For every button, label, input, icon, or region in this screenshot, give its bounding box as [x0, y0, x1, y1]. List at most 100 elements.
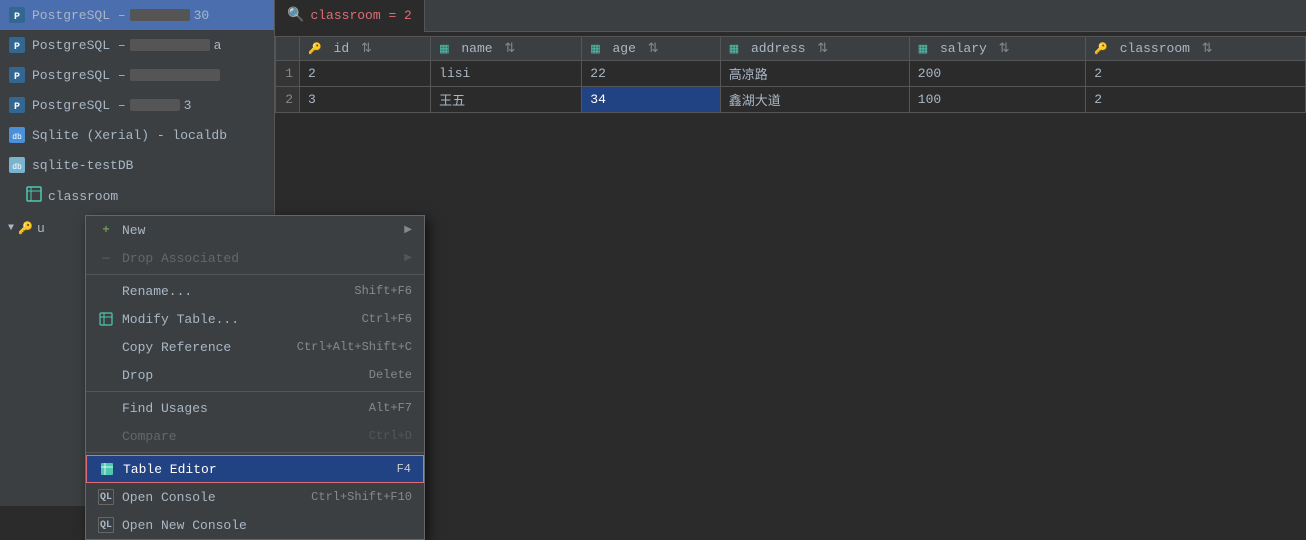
sidebar-item-pg3[interactable]: P PostgreSQL – — [0, 60, 274, 90]
data-table-container: 🔑 id ⇅ ▦ name ⇅ ▦ age ⇅ ▦ — [275, 32, 1306, 113]
ctx-drop[interactable]: Drop Delete — [86, 361, 424, 389]
ctx-open-console[interactable]: QL Open Console Ctrl+Shift+F10 — [86, 483, 424, 511]
sidebar-item-sqlite1[interactable]: db Sqlite (Xerial) - localdb — [0, 120, 274, 150]
pg3-label: PostgreSQL – — [32, 68, 224, 83]
separator-3 — [86, 452, 424, 453]
svg-text:P: P — [14, 42, 20, 53]
sidebar-item-pg1[interactable]: P PostgreSQL –30 — [0, 0, 274, 30]
cell-age-1[interactable]: 22 — [582, 61, 720, 87]
drop-assoc-icon: — — [98, 250, 114, 266]
ctx-find-usages-label: Find Usages — [122, 401, 208, 416]
drop-shortcut: Delete — [369, 368, 412, 382]
col-header-name[interactable]: ▦ name ⇅ — [431, 37, 582, 61]
pg-icon-4: P — [8, 96, 26, 114]
row-num-2: 2 — [276, 87, 300, 113]
classroom-label: classroom — [48, 189, 118, 204]
sort-icon-name: ⇅ — [504, 41, 515, 56]
table-col-icon-salary: ▦ — [918, 44, 928, 56]
cell-id-1[interactable]: 2 — [300, 61, 431, 87]
pg-icon-2: P — [8, 36, 26, 54]
ctx-find-usages[interactable]: Find Usages Alt+F7 — [86, 394, 424, 422]
cell-address-2[interactable]: 鑫湖大道 — [720, 87, 909, 113]
new-icon: + — [98, 222, 114, 238]
open-new-console-icon: QL — [98, 517, 114, 533]
drop-icon — [98, 367, 114, 383]
svg-text:db: db — [12, 163, 22, 172]
sidebar-item-pg4[interactable]: P PostgreSQL –3 — [0, 90, 274, 120]
find-usages-icon — [98, 400, 114, 416]
svg-text:P: P — [14, 72, 20, 83]
main-content: 🔍 classroom = 2 🔑 id ⇅ ▦ name ⇅ — [275, 0, 1306, 506]
row-num-1: 1 — [276, 61, 300, 87]
col-header-empty — [276, 37, 300, 61]
ctx-modify-label: Modify Table... — [122, 312, 239, 327]
magnifier-icon: 🔍 — [287, 7, 304, 24]
find-usages-shortcut: Alt+F7 — [369, 401, 412, 415]
cell-name-1[interactable]: lisi — [431, 61, 582, 87]
key-col-icon-classroom: 🔑 — [1094, 44, 1108, 56]
table-editor-shortcut: F4 — [397, 462, 411, 476]
separator-1 — [86, 274, 424, 275]
table-icon-classroom — [26, 186, 42, 206]
sort-icon-classroom: ⇅ — [1202, 41, 1213, 56]
separator-2 — [86, 391, 424, 392]
cell-classroom-2[interactable]: 2 — [1086, 87, 1306, 113]
sidebar-classroom[interactable]: classroom — [0, 180, 274, 212]
query-tab[interactable]: 🔍 classroom = 2 — [275, 0, 425, 32]
ctx-open-new-console-label: Open New Console — [122, 518, 247, 533]
col-header-classroom[interactable]: 🔑 classroom ⇅ — [1086, 37, 1306, 61]
key-col-icon: 🔑 — [308, 44, 322, 56]
ctx-new-label: New — [122, 223, 145, 238]
ctx-copy-reference[interactable]: Copy Reference Ctrl+Alt+Shift+C — [86, 333, 424, 361]
cell-address-1[interactable]: 高凉路 — [720, 61, 909, 87]
col-header-age[interactable]: ▦ age ⇅ — [582, 37, 720, 61]
cell-id-2[interactable]: 3 — [300, 87, 431, 113]
ctx-copy-ref-label: Copy Reference — [122, 340, 231, 355]
rename-shortcut: Shift+F6 — [354, 284, 412, 298]
cell-name-2[interactable]: 王五 — [431, 87, 582, 113]
sqlite1-label: Sqlite (Xerial) - localdb — [32, 128, 227, 143]
table-col-icon-address: ▦ — [729, 44, 739, 56]
tab-label: classroom = 2 — [310, 8, 411, 23]
table-row[interactable]: 1 2 lisi 22 高凉路 200 2 — [276, 61, 1306, 87]
tab-bar: 🔍 classroom = 2 — [275, 0, 1306, 32]
col-header-salary[interactable]: ▦ salary ⇅ — [909, 37, 1085, 61]
cell-classroom-1[interactable]: 2 — [1086, 61, 1306, 87]
modify-shortcut: Ctrl+F6 — [362, 312, 412, 326]
ctx-table-editor[interactable]: Table Editor F4 — [86, 455, 424, 483]
user-label: u — [37, 221, 45, 236]
copy-ref-icon — [98, 339, 114, 355]
col-header-address[interactable]: ▦ address ⇅ — [720, 37, 909, 61]
ctx-table-editor-label: Table Editor — [123, 462, 217, 477]
pg2-label: PostgreSQL –a — [32, 38, 221, 53]
ctx-drop-associated[interactable]: — Drop Associated ▶ — [86, 244, 424, 272]
pg4-label: PostgreSQL –3 — [32, 98, 191, 113]
ctx-new[interactable]: + New ▶ — [86, 216, 424, 244]
cell-salary-2[interactable]: 100 — [909, 87, 1085, 113]
sqlite2-label: sqlite-testDB — [32, 158, 133, 173]
sqlite-icon-1: db — [8, 126, 26, 144]
key-icon-user: 🔑 — [18, 221, 33, 236]
copy-ref-shortcut: Ctrl+Alt+Shift+C — [297, 340, 412, 354]
ctx-compare-label: Compare — [122, 429, 177, 444]
ctx-modify-table[interactable]: Modify Table... Ctrl+F6 — [86, 305, 424, 333]
ctx-open-new-console[interactable]: QL Open New Console — [86, 511, 424, 539]
table-row[interactable]: 2 3 王五 34 鑫湖大道 100 2 — [276, 87, 1306, 113]
cell-age-2[interactable]: 34 — [582, 87, 720, 113]
sort-icon-id: ⇅ — [361, 41, 372, 56]
pg1-label: PostgreSQL –30 — [32, 8, 209, 23]
modify-table-icon — [98, 311, 114, 327]
col-header-id[interactable]: 🔑 id ⇅ — [300, 37, 431, 61]
sidebar-item-pg2[interactable]: P PostgreSQL –a — [0, 30, 274, 60]
cell-salary-1[interactable]: 200 — [909, 61, 1085, 87]
sidebar-item-sqlite2[interactable]: db sqlite-testDB — [0, 150, 274, 180]
ctx-drop-label: Drop — [122, 368, 153, 383]
table-col-icon-name: ▦ — [439, 44, 449, 56]
ctx-compare[interactable]: Compare Ctrl+D — [86, 422, 424, 450]
ctx-open-console-label: Open Console — [122, 490, 216, 505]
table-editor-icon — [99, 461, 115, 477]
ctx-rename[interactable]: Rename... Shift+F6 — [86, 277, 424, 305]
open-console-icon: QL — [98, 489, 114, 505]
sort-icon-salary: ⇅ — [999, 41, 1010, 56]
compare-icon — [98, 428, 114, 444]
